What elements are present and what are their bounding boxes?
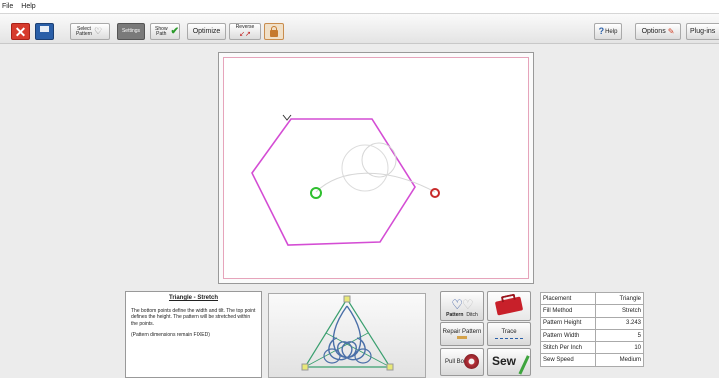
heart-icon: ♡♡: [451, 297, 473, 313]
close-icon: ✕: [14, 23, 27, 40]
menu-help[interactable]: Help: [17, 3, 39, 10]
start-point[interactable]: [310, 187, 322, 199]
save-icon: [40, 26, 49, 32]
handle-bottom-left[interactable]: [301, 363, 309, 371]
repair-pattern-label: Repair Pattern: [442, 328, 482, 335]
property-key: Pattern Width: [540, 328, 596, 343]
reverse-label: Reverse: [235, 24, 255, 30]
placement-note: (Pattern dimensions remain FIXED): [131, 332, 210, 339]
toolbox-button[interactable]: [487, 291, 531, 321]
trace-button[interactable]: Trace: [487, 322, 531, 346]
property-value: 3.243: [595, 316, 644, 330]
stitch-loop-small: [361, 142, 397, 178]
placement-description: The bottom points define the width and t…: [131, 307, 256, 327]
stitch-loop-large: [341, 144, 389, 192]
preview-pattern-shape: [328, 305, 366, 361]
plugins-label: Plug-ins: [690, 28, 716, 35]
options-label: Options: [641, 28, 666, 35]
help-button[interactable]: ? Help: [594, 23, 622, 40]
plugins-button[interactable]: Plug-ins: [686, 23, 719, 40]
options-button[interactable]: Options ✎: [635, 23, 681, 40]
reverse-button[interactable]: Reverse ↙↗: [229, 23, 261, 40]
triangle-preview-drawing: [301, 295, 394, 371]
help-label: Help: [605, 28, 618, 35]
placement-description-panel: Triangle - Stretch The bottom points def…: [125, 291, 262, 378]
bobbin-icon: [464, 354, 479, 369]
pattern-shape-icon: ♡: [94, 26, 103, 36]
design-canvas[interactable]: [218, 52, 534, 284]
table-row[interactable]: Sew Speed Medium: [540, 353, 644, 367]
reverse-arrow-icon: ↙↗: [239, 31, 251, 38]
placement-preview[interactable]: [268, 293, 426, 378]
pattern-mode-label: Pattern: [446, 311, 464, 318]
property-value: Triangle: [595, 291, 644, 306]
optimize-label: Optimize: [192, 28, 221, 35]
handle-top[interactable]: [343, 295, 351, 303]
pull-bobbin-button[interactable]: Pull Bobbin: [440, 348, 484, 376]
settings-label: Settings: [121, 28, 141, 34]
settings-button[interactable]: Settings: [117, 23, 145, 40]
canvas-drawing: [251, 114, 440, 246]
show-path-label: Show Path: [155, 25, 168, 37]
property-key: Stitch Per Inch: [540, 341, 596, 355]
toolbox-icon: [494, 296, 524, 316]
pencil-icon: ✎: [667, 26, 675, 36]
lock-button[interactable]: [264, 23, 284, 40]
repair-pattern-button[interactable]: Repair Pattern: [440, 322, 484, 346]
pattern-properties-table: Placement Triangle Fill Method Stretch P…: [540, 291, 644, 367]
menu-bar: File Help: [0, 0, 719, 14]
show-path-button[interactable]: Show Path ✔: [150, 23, 180, 40]
app-window: File Help ✕ Select Pattern ♡ Settings Sh…: [0, 0, 719, 378]
placement-title: Triangle - Stretch: [168, 295, 218, 301]
table-row[interactable]: Stitch Per Inch 10: [540, 341, 644, 355]
select-pattern-button[interactable]: Select Pattern ♡: [70, 23, 110, 40]
menu-file[interactable]: File: [2, 3, 17, 10]
end-point[interactable]: [430, 188, 440, 198]
trace-path-icon: [495, 338, 523, 340]
sew-button[interactable]: Sew: [487, 348, 531, 376]
handle-bottom-right[interactable]: [386, 363, 394, 371]
table-row[interactable]: Placement Triangle: [540, 291, 644, 306]
save-button[interactable]: [35, 23, 54, 40]
select-pattern-label: Select Pattern: [75, 25, 93, 37]
table-row[interactable]: Fill Method Stretch: [540, 304, 644, 318]
ditch-mode-label: Ditch: [466, 311, 478, 318]
help-icon: ?: [598, 26, 605, 36]
trace-label: Trace: [501, 328, 517, 335]
checkmark-icon: ✔: [170, 25, 179, 37]
property-value: Stretch: [595, 304, 644, 318]
property-value: 5: [595, 328, 644, 343]
lock-icon: [270, 26, 278, 37]
toolbar: ✕ Select Pattern ♡ Settings Show Path ✔ …: [0, 14, 719, 44]
cursor-marker-icon: [282, 114, 292, 121]
table-row[interactable]: Pattern Height 3.243: [540, 316, 644, 330]
property-key: Placement: [540, 291, 596, 306]
property-key: Fill Method: [540, 304, 596, 318]
optimize-button[interactable]: Optimize: [187, 23, 226, 40]
hexagon-boundary: [251, 118, 416, 246]
property-value: Medium: [595, 353, 644, 367]
property-key: Pattern Height: [540, 316, 596, 330]
property-value: 10: [595, 341, 644, 355]
stitch-path: [315, 172, 436, 193]
property-key: Sew Speed: [540, 353, 596, 367]
table-row[interactable]: Pattern Width 5: [540, 328, 644, 343]
close-button[interactable]: ✕: [11, 23, 30, 40]
repair-icon: [457, 336, 467, 340]
pattern-ditch-toggle[interactable]: ♡♡ Pattern Ditch: [440, 291, 484, 321]
